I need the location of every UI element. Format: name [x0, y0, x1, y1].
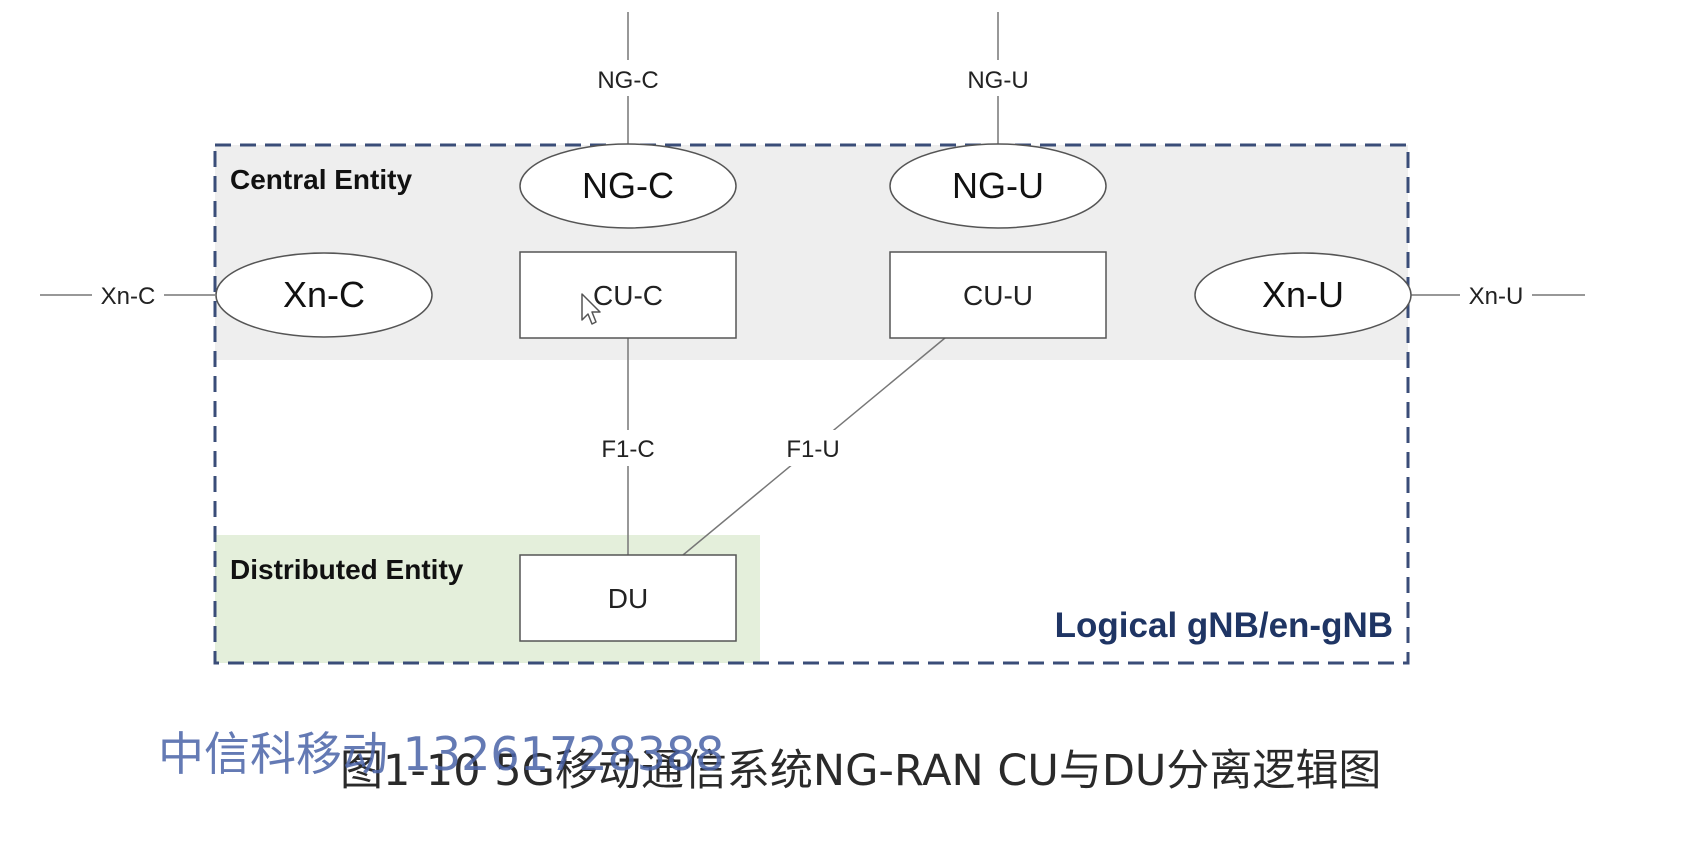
cu-c-node: CU-C [519, 251, 737, 339]
svg-text:Xn-C: Xn-C [283, 274, 365, 315]
f1-c-interface-label: F1-C [592, 430, 664, 466]
svg-text:NG-C: NG-C [597, 67, 658, 94]
cu-du-split-diagram: NG-C NG-U Xn-C Xn-U F1-C F1-U NG-C NG-U … [40, 12, 1585, 665]
svg-text:DU: DU [608, 583, 648, 614]
svg-text:CU-U: CU-U [963, 280, 1033, 311]
svg-text:CU-C: CU-C [593, 280, 663, 311]
svg-text:NG-U: NG-U [967, 67, 1028, 94]
svg-text:F1-U: F1-U [786, 436, 839, 463]
ng-u-node: NG-U [889, 143, 1107, 229]
svg-text:Xn-U: Xn-U [1469, 283, 1524, 310]
xn-c-node: Xn-C [215, 252, 433, 338]
svg-text:Xn-U: Xn-U [1262, 274, 1344, 315]
xn-c-interface-label: Xn-C [92, 279, 164, 313]
ng-c-interface-label: NG-C [586, 60, 670, 96]
svg-text:Xn-C: Xn-C [101, 283, 156, 310]
svg-text:F1-C: F1-C [601, 436, 654, 463]
ng-c-node: NG-C [519, 143, 737, 229]
svg-text:NG-U: NG-U [952, 165, 1044, 206]
xn-u-node: Xn-U [1194, 252, 1412, 338]
logical-gnb-label: Logical gNB/en-gNB [1055, 606, 1393, 645]
ng-u-interface-label: NG-U [956, 60, 1040, 96]
distributed-entity-label: Distributed Entity [230, 554, 464, 585]
central-entity-label: Central Entity [230, 164, 412, 195]
du-node: DU [519, 554, 737, 642]
cu-u-node: CU-U [889, 251, 1107, 339]
svg-text:NG-C: NG-C [582, 165, 674, 206]
watermark: 中信科移动 13261728388 [158, 727, 725, 781]
f1-u-interface-label: F1-U [776, 430, 850, 466]
xn-u-interface-label: Xn-U [1460, 279, 1532, 313]
